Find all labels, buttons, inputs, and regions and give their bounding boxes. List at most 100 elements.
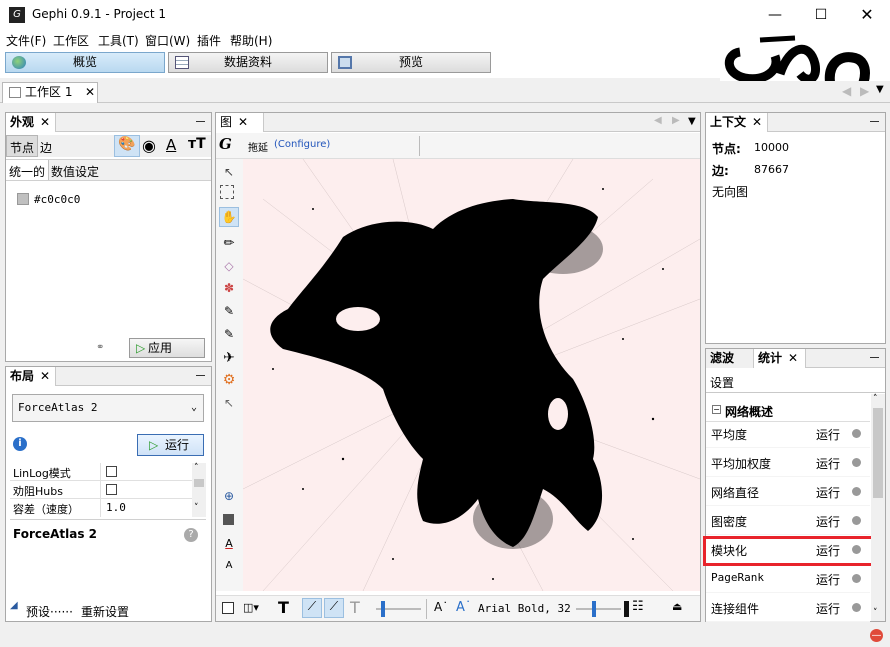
close-tab-icon[interactable]: ✕ [85,83,95,102]
tab-unique[interactable]: 统一的 [6,160,50,180]
paint-icon[interactable]: ✽ [220,279,238,297]
layout-algorithm-select[interactable]: ForceAtlas 2 ⌄ [12,394,204,422]
menu-help[interactable]: 帮助(H) [230,32,272,49]
menu-tools[interactable]: 工具(T) [98,32,139,49]
run-layout-button[interactable]: ▷ 运行 [137,434,204,456]
select-arrow-icon[interactable]: ↖ [220,163,238,181]
collapse-icon[interactable]: − [712,405,721,414]
linlog-checkbox[interactable] [106,466,117,477]
error-indicator-icon[interactable]: — [870,629,883,642]
close-icon[interactable]: ✕ [40,369,50,383]
scroll-right-icon[interactable]: ▶ [860,84,869,98]
label-size-icon[interactable]: A [220,557,238,575]
background-color-icon[interactable] [223,514,234,525]
configure-link[interactable]: (Configure) [274,139,330,150]
context-tab[interactable]: 上下文 ✕ [706,113,768,132]
settings-link[interactable]: 设置 [710,374,734,391]
close-icon[interactable]: ✕ [788,351,798,365]
graph-canvas[interactable] [243,159,700,591]
slider-thumb[interactable] [592,601,596,617]
close-icon[interactable]: ✕ [40,115,50,129]
color-swatch[interactable] [17,193,29,205]
overview-mode-button[interactable]: 概览 [5,52,165,73]
tab-ranking[interactable]: 数值设定 [51,163,99,180]
brush-icon[interactable]: ✏ [220,235,238,253]
label-attributes-icon[interactable]: ☷ [632,599,644,614]
run-button[interactable]: 运行 [816,484,840,501]
menu-file[interactable]: 文件(F) [6,32,46,49]
statistics-tab[interactable]: 统计 ✕ [754,349,806,368]
run-button[interactable]: 运行 [816,571,840,588]
menu-window[interactable]: 窗口(W) [145,32,190,49]
label-size-icon[interactable]: тT [188,136,206,152]
font-label[interactable]: Arial Bold, 32 [478,602,571,615]
help-icon[interactable]: ? [184,528,198,542]
maximize-button[interactable]: ☐ [806,4,836,26]
rectangle-select-icon[interactable] [220,185,234,199]
palette-icon[interactable]: 🎨 [114,135,140,157]
minimize-panel-icon[interactable] [196,121,205,122]
label-color-icon[interactable]: A [166,136,176,154]
appearance-tab[interactable]: 外观 ✕ [6,113,56,132]
tab-list-icon[interactable]: ▼ [876,84,884,95]
show-labels-icon[interactable]: T [278,598,289,617]
close-button[interactable]: ✕ [852,4,882,26]
close-icon[interactable]: ✕ [752,115,762,129]
tab-list-icon[interactable]: ▼ [688,116,696,127]
minimize-panel-icon[interactable] [870,121,879,122]
scroll-thumb[interactable] [873,408,883,498]
tab-edges[interactable]: 边 [40,139,52,156]
edge-labels-icon[interactable]: T [350,598,360,617]
run-button[interactable]: 运行 [816,455,840,472]
reset-button[interactable]: 重新设置 [81,603,129,620]
chain-icon[interactable]: ⚭ [96,342,104,353]
label-color-icon[interactable]: A [220,535,238,553]
run-button[interactable]: 运行 [816,426,840,443]
pencil-icon[interactable]: ✎ [220,302,238,320]
airplane-icon[interactable]: ✈ [220,349,238,367]
minimize-panel-icon[interactable] [870,357,879,358]
tolerance-value[interactable]: 1.0 [106,501,126,514]
expand-icon[interactable]: ⏏ [672,600,682,613]
label-size-slider[interactable] [576,608,621,610]
run-button[interactable]: 运行 [816,513,840,530]
data-lab-mode-button[interactable]: 数据资料 [168,52,328,73]
menu-workspace[interactable]: 工作区 [53,32,89,49]
tab-nodes[interactable]: 节点 [6,135,39,157]
chevron-down-icon[interactable]: ˅ [873,608,878,618]
chevron-up-icon[interactable]: ˄ [873,394,878,404]
chevron-down-icon[interactable]: ˅ [194,503,199,513]
minimize-button[interactable]: — [760,4,790,26]
minimize-panel-icon[interactable] [196,375,205,376]
presets-button[interactable]: 预设······ [26,603,73,620]
edge-color-icon[interactable]: ⟋ [324,598,344,618]
diamond-icon[interactable]: ◇ [220,257,238,275]
chevron-up-icon[interactable]: ˄ [194,463,199,473]
font-size-down-icon[interactable]: A˙ [434,600,448,614]
slider-thumb[interactable] [381,601,385,617]
run-button[interactable]: 运行 [816,600,840,617]
statistics-scrollbar[interactable]: ˄ ˅ [871,394,885,621]
filters-tab[interactable]: 滤波 [706,349,754,368]
close-icon[interactable]: ✕ [238,115,248,129]
gear-icon[interactable]: ⚙ [220,371,238,389]
scroll-right-icon[interactable]: ▶ [672,115,680,126]
zoom-fit-icon[interactable]: ⊕ [220,487,238,505]
workspace-tab[interactable]: 工作区 1 ✕ [2,82,98,103]
fullscreen-icon[interactable] [222,602,234,614]
preview-mode-button[interactable]: 预览 [331,52,491,73]
edge-pencil-icon[interactable]: ✎ [220,325,238,343]
info-icon[interactable]: i [13,437,27,451]
drag-hand-icon[interactable]: ✋ [219,207,239,227]
help-pointer-icon[interactable]: ↖ [220,394,238,412]
graph-tab[interactable]: 图 ✕ [216,113,264,132]
scroll-left-icon[interactable]: ◀ [842,84,851,98]
layout-tab[interactable]: 布局 ✕ [6,367,56,386]
size-icon[interactable]: ◉ [142,136,156,155]
screenshot-icon[interactable]: ◫▾ [243,601,259,614]
menu-plugins[interactable]: 插件 [197,32,221,49]
dissuade-hubs-checkbox[interactable] [106,484,117,495]
apply-button[interactable]: ▷ 应用 [129,338,205,358]
font-size-up-icon[interactable]: A˙ [456,600,471,615]
properties-scrollbar[interactable]: ˄ ˅ [192,463,206,517]
